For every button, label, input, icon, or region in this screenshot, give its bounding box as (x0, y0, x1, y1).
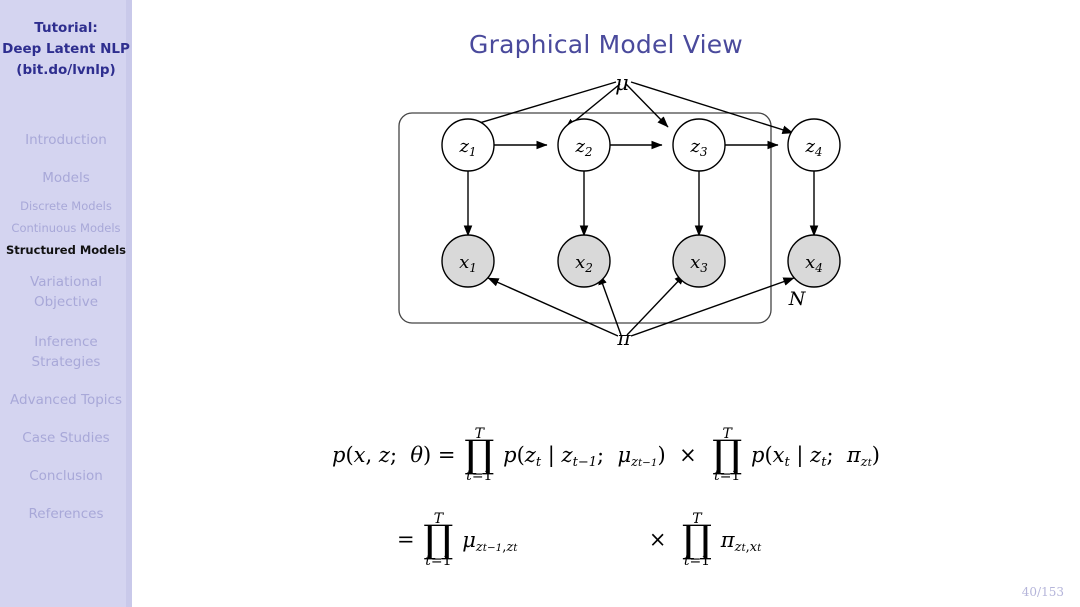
eq1-product-2: T ∏ t=1 (712, 427, 742, 483)
eq1-lhs: p (332, 442, 346, 467)
eq1-term-1: p(zt | zt−1; μzt−1) (503, 442, 666, 470)
node-z3[interactable]: z3 (672, 118, 726, 172)
node-x4[interactable]: x4 (787, 234, 841, 288)
sidebar-item-references[interactable]: References (0, 505, 132, 524)
node-z1[interactable]: z1 (441, 118, 495, 172)
sidebar-item-introduction[interactable]: Introduction (0, 131, 132, 150)
node-x2[interactable]: x2 (557, 234, 611, 288)
eq2-times: × (648, 527, 674, 552)
eq2-prod2-lower: t=1 (683, 553, 711, 570)
sidebar-item-models[interactable]: Models (0, 169, 132, 188)
sidebar-item-variational-objective[interactable]: Variational Objective (0, 272, 132, 312)
sidebar-item-advanced-topics[interactable]: Advanced Topics (0, 391, 132, 410)
sidebar-title-line-3: (bit.do/lvnlp) (16, 62, 116, 78)
sidebar-item-continuous-models[interactable]: Continuous Models (0, 219, 132, 237)
sidebar-title-line-1: Tutorial: (34, 20, 98, 36)
node-x3[interactable]: x3 (672, 234, 726, 288)
edge-pi-to-x3 (626, 273, 686, 336)
node-x1[interactable]: x1 (441, 234, 495, 288)
eq1-prod1-symbol: ∏ (464, 432, 495, 476)
eq1-term-2: p(xt | zt; πzt) (751, 442, 880, 470)
hyperparameter-mu: μ (615, 71, 629, 95)
node-z2[interactable]: z2 (557, 118, 611, 172)
edge-pi-to-x1 (487, 277, 619, 337)
eq1-times: × (672, 442, 704, 467)
sidebar-item-discrete-models[interactable]: Discrete Models (0, 197, 132, 215)
graphical-model-svg: N μ π z1 z2 z3 z4 x1 x2 x3 x4 (398, 71, 841, 350)
edge-pi-to-x2 (598, 273, 622, 336)
eq1-product-1: T ∏ t=1 (464, 427, 494, 483)
eq2-prod1-lower: t=1 (425, 553, 452, 570)
equation-block: p(x, z; θ) = T ∏ t=1 p(zt | zt−1; μzt−1)… (132, 400, 1080, 590)
eq2-product-2: T ∏ t=1 (682, 512, 712, 568)
eq2-term-1: μzt−1,zt (462, 527, 518, 555)
sidebar-item-inference-strategies[interactable]: Inference Strategies (0, 332, 132, 372)
equation-line-2: = T ∏ t=1 μzt−1,zt × T ∏ t=1 πzt,xt (132, 512, 1080, 569)
eq1-prod1-lower: t=1 (466, 468, 493, 485)
eq2-term-2: πzt,xt (720, 527, 762, 555)
edge-pi-to-x4 (630, 277, 795, 337)
eq2-product-1: T ∏ t=1 (423, 512, 453, 568)
sidebar-title: Tutorial: Deep Latent NLP (bit.do/lvnlp) (0, 18, 132, 81)
equation-line-1: p(x, z; θ) = T ∏ t=1 p(zt | zt−1; μzt−1)… (332, 426, 880, 485)
main-content: Graphical Model View N μ π z1 z2 z3 z4 x… (132, 0, 1080, 607)
sidebar-item-structured-models[interactable]: Structured Models (0, 241, 132, 259)
eq2-lhs: = (397, 527, 415, 552)
eq2-prod2-symbol: ∏ (681, 517, 713, 561)
page-title: Graphical Model View (469, 30, 743, 59)
graphical-model-figure: N μ π z1 z2 z3 z4 x1 x2 x3 x4 (352, 60, 852, 360)
eq2-prod1-symbol: ∏ (423, 517, 454, 561)
eq1-prod2-lower: t=1 (714, 468, 741, 485)
page-number: 40/153 (1021, 585, 1064, 599)
sidebar: Tutorial: Deep Latent NLP (bit.do/lvnlp)… (0, 0, 132, 607)
plate-label-N: N (788, 288, 807, 310)
sidebar-item-case-studies[interactable]: Case Studies (0, 429, 132, 448)
node-z4[interactable]: z4 (787, 118, 841, 172)
sidebar-item-conclusion[interactable]: Conclusion (0, 467, 132, 486)
sidebar-title-line-2: Deep Latent NLP (2, 41, 130, 57)
edge-mu-to-z3 (625, 83, 669, 128)
eq1-prod2-symbol: ∏ (712, 432, 743, 476)
